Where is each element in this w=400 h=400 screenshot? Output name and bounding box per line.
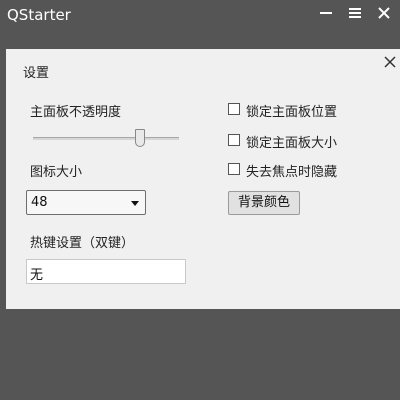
title-bar: QStarter xyxy=(0,0,400,32)
checkbox-box[interactable] xyxy=(228,103,240,115)
lock-position-checkbox[interactable]: 锁定主面板位置 xyxy=(228,101,400,120)
slider-thumb[interactable] xyxy=(135,129,145,147)
settings-dialog: 设置 主面板不透明度 图标大小 48 热键设置（双键） 无 锁定主面板位置 锁定… xyxy=(6,49,400,309)
close-icon xyxy=(384,56,396,68)
slider-track xyxy=(33,137,179,140)
opacity-label: 主面板不透明度 xyxy=(30,105,122,120)
checkbox-box[interactable] xyxy=(228,163,240,175)
checkbox-box[interactable] xyxy=(228,134,240,146)
icon-size-value: 48 xyxy=(31,195,48,210)
checkbox-label: 锁定主面板大小 xyxy=(246,136,338,151)
dialog-close-button[interactable] xyxy=(382,54,398,70)
app-title: QStarter xyxy=(7,6,71,24)
hotkey-value: 无 xyxy=(30,268,44,283)
hotkey-input[interactable]: 无 xyxy=(26,259,186,284)
dialog-title: 设置 xyxy=(23,66,50,81)
opacity-slider[interactable] xyxy=(33,129,179,149)
lock-size-checkbox[interactable]: 锁定主面板大小 xyxy=(228,132,400,151)
icon-size-label: 图标大小 xyxy=(30,165,83,180)
minimize-button[interactable] xyxy=(314,3,338,23)
checkbox-label: 锁定主面板位置 xyxy=(246,105,338,120)
checkbox-label: 失去焦点时隐藏 xyxy=(246,165,338,180)
chevron-down-icon xyxy=(131,201,139,206)
close-icon xyxy=(378,7,390,19)
background-color-button[interactable]: 背景颜色 xyxy=(228,191,300,215)
hotkey-label: 热键设置（双键） xyxy=(30,236,135,251)
hide-on-blur-checkbox[interactable]: 失去焦点时隐藏 xyxy=(228,161,400,180)
close-button[interactable] xyxy=(372,3,396,23)
icon-size-select[interactable]: 48 xyxy=(26,190,146,215)
menu-icon xyxy=(349,8,361,18)
minimize-icon xyxy=(320,12,332,14)
menu-button[interactable] xyxy=(343,3,367,23)
